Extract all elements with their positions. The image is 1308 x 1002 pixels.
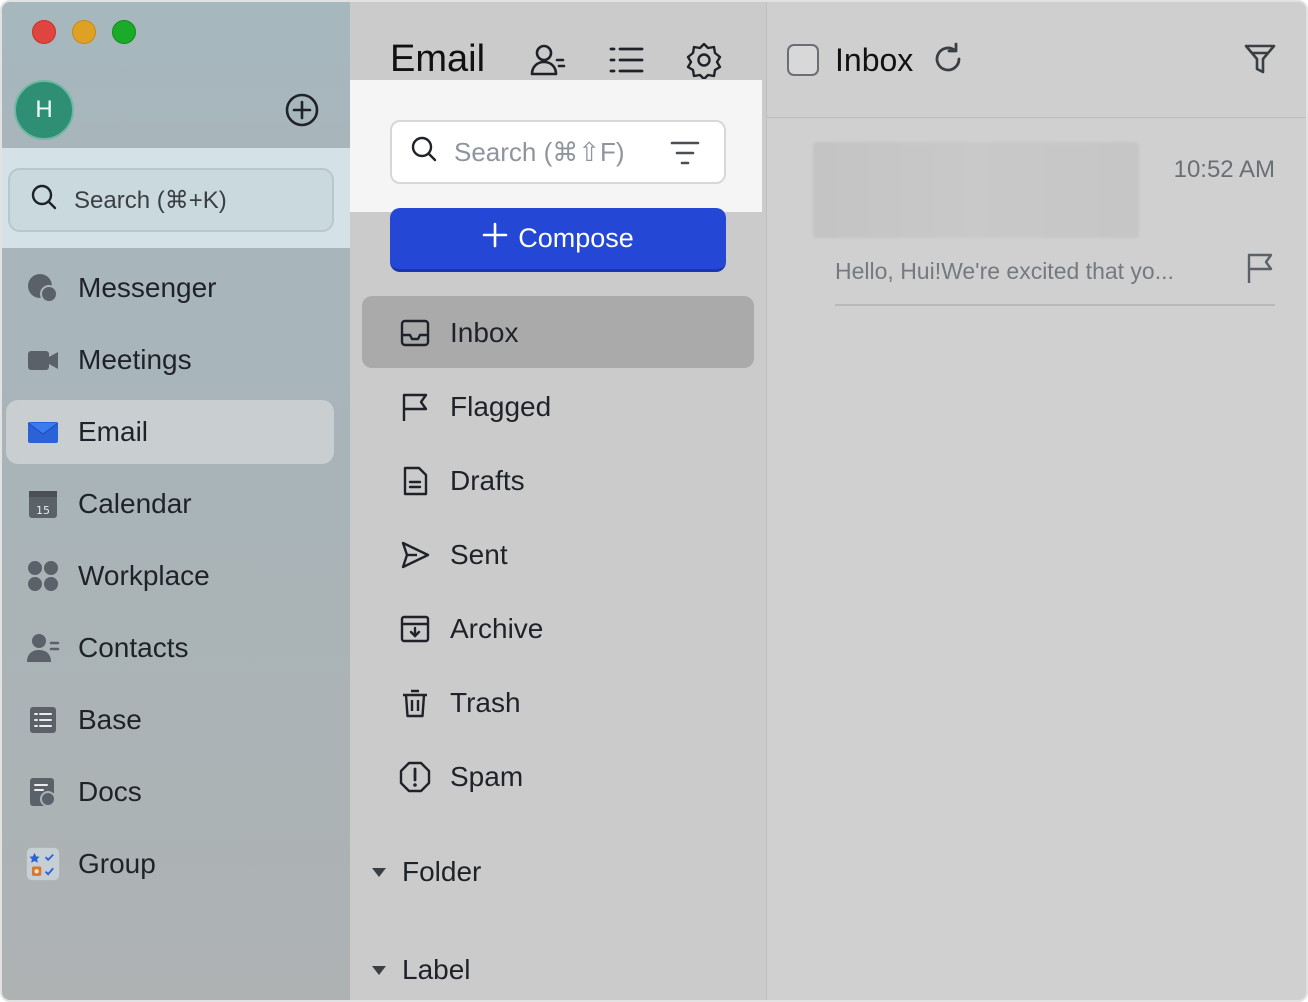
list-view-icon[interactable] <box>606 40 646 80</box>
folder-label: Drafts <box>450 465 525 496</box>
app-window: H Search (⌘+K) Messenger Meetings Email … <box>0 0 1308 1002</box>
sidebar-item-docs[interactable]: Docs <box>2 756 350 828</box>
folder-label: Archive <box>450 613 544 644</box>
zoom-window-button[interactable] <box>112 20 136 44</box>
calendar-icon: 15 <box>26 487 60 521</box>
sidebar-item-label: Contacts <box>78 632 189 663</box>
window-controls <box>32 20 136 44</box>
messenger-icon <box>26 271 60 305</box>
sidebar-item-meetings[interactable]: Meetings <box>2 324 350 396</box>
folder-item-sent[interactable]: Sent <box>362 518 754 592</box>
folder-list: Inbox Flagged Drafts Sent Archive Trash … <box>362 296 754 814</box>
folder-section-toggle[interactable]: Folder <box>370 856 481 888</box>
sidebar-item-label: Calendar <box>78 488 192 519</box>
flag-icon <box>398 390 432 424</box>
global-search-button[interactable]: Search (⌘+K) <box>8 168 334 232</box>
envelope-icon <box>26 415 60 449</box>
email-toolbar <box>528 40 724 80</box>
spam-icon <box>398 760 432 794</box>
compose-button[interactable]: Compose <box>390 208 726 272</box>
sidebar-item-label: Messenger <box>78 272 217 303</box>
folder-section-label: Folder <box>402 856 482 887</box>
folder-label: Trash <box>450 687 521 718</box>
folder-label: Inbox <box>450 317 519 348</box>
sidebar-item-label: Base <box>78 704 142 735</box>
sidebar-item-label: Meetings <box>78 344 192 375</box>
draft-icon <box>398 464 432 498</box>
apps-grid-icon <box>26 559 60 593</box>
compose-label: Compose <box>518 223 634 253</box>
video-camera-icon <box>26 343 60 377</box>
sidebar-item-calendar[interactable]: 15 Calendar <box>2 468 350 540</box>
sidebar-item-group[interactable]: Group <box>2 828 350 900</box>
sidebar-item-messenger[interactable]: Messenger <box>2 252 350 324</box>
sidebar-item-base[interactable]: Base <box>2 684 350 756</box>
filter-icon[interactable] <box>1243 42 1277 81</box>
sidebar: H Search (⌘+K) Messenger Meetings Email … <box>2 2 350 1000</box>
add-icon[interactable] <box>284 92 320 128</box>
sender-blurred <box>813 142 1139 238</box>
message-time: 10:52 AM <box>1173 156 1275 183</box>
contacts-manage-icon[interactable] <box>528 40 568 80</box>
folder-item-trash[interactable]: Trash <box>362 666 754 740</box>
sidebar-item-label: Docs <box>78 776 142 807</box>
sidebar-item-contacts[interactable]: Contacts <box>2 612 350 684</box>
search-icon <box>30 183 58 218</box>
folder-item-drafts[interactable]: Drafts <box>362 444 754 518</box>
inbox-title: Inbox <box>835 42 914 78</box>
sidebar-nav: Messenger Meetings Email 15 Calendar Wor… <box>2 252 350 900</box>
plus-icon <box>482 222 508 255</box>
folder-label: Spam <box>450 761 524 792</box>
sidebar-item-workplace[interactable]: Workplace <box>2 540 350 612</box>
avatar-initial: H <box>35 96 53 123</box>
send-icon <box>398 538 432 572</box>
sidebar-item-email[interactable]: Email <box>2 396 350 468</box>
search-icon <box>410 135 438 170</box>
email-search-input[interactable]: Search (⌘⇧F) <box>390 120 726 184</box>
folder-label: Flagged <box>450 391 552 422</box>
folder-item-spam[interactable]: Spam <box>362 740 754 814</box>
email-folder-panel: Email Search (⌘⇧F) Compose Inbox Flagged… <box>350 2 766 1000</box>
contacts-icon <box>26 631 60 665</box>
sidebar-item-label: Workplace <box>78 560 210 591</box>
caret-down-icon <box>370 954 388 986</box>
caret-down-icon <box>370 856 388 888</box>
sidebar-item-label: Group <box>78 848 156 879</box>
calendar-badge: 15 <box>36 504 50 517</box>
gear-icon[interactable] <box>684 40 724 80</box>
search-filter-icon[interactable] <box>670 138 700 175</box>
message-divider <box>835 304 1275 306</box>
inbox-icon <box>398 316 432 350</box>
archive-icon <box>398 612 432 646</box>
base-icon <box>26 703 60 737</box>
avatar[interactable]: H <box>14 80 74 140</box>
sidebar-item-label: Email <box>78 416 149 447</box>
group-icon <box>26 847 60 881</box>
label-section-label: Label <box>402 954 471 985</box>
docs-icon <box>26 775 60 809</box>
label-section-toggle[interactable]: Label <box>370 954 471 986</box>
global-search-label: Search (⌘+K) <box>74 186 227 214</box>
flag-icon[interactable] <box>1245 252 1275 289</box>
refresh-icon[interactable] <box>931 42 965 81</box>
page-title: Email <box>390 38 486 80</box>
folder-label: Sent <box>450 539 508 570</box>
trash-icon <box>398 686 432 720</box>
minimize-window-button[interactable] <box>72 20 96 44</box>
close-window-button[interactable] <box>32 20 56 44</box>
search-placeholder: Search (⌘⇧F) <box>454 136 625 167</box>
folder-item-inbox[interactable]: Inbox <box>362 296 754 370</box>
folder-item-archive[interactable]: Archive <box>362 592 754 666</box>
inbox-pane: Inbox 10:52 AM Hello, Hui!We're excited … <box>766 2 1306 1000</box>
folder-item-flagged[interactable]: Flagged <box>362 370 754 444</box>
message-preview: Hello, Hui!We're excited that yo... <box>835 258 1174 284</box>
inbox-header: Inbox <box>767 2 1306 118</box>
select-all-checkbox[interactable] <box>787 44 819 76</box>
